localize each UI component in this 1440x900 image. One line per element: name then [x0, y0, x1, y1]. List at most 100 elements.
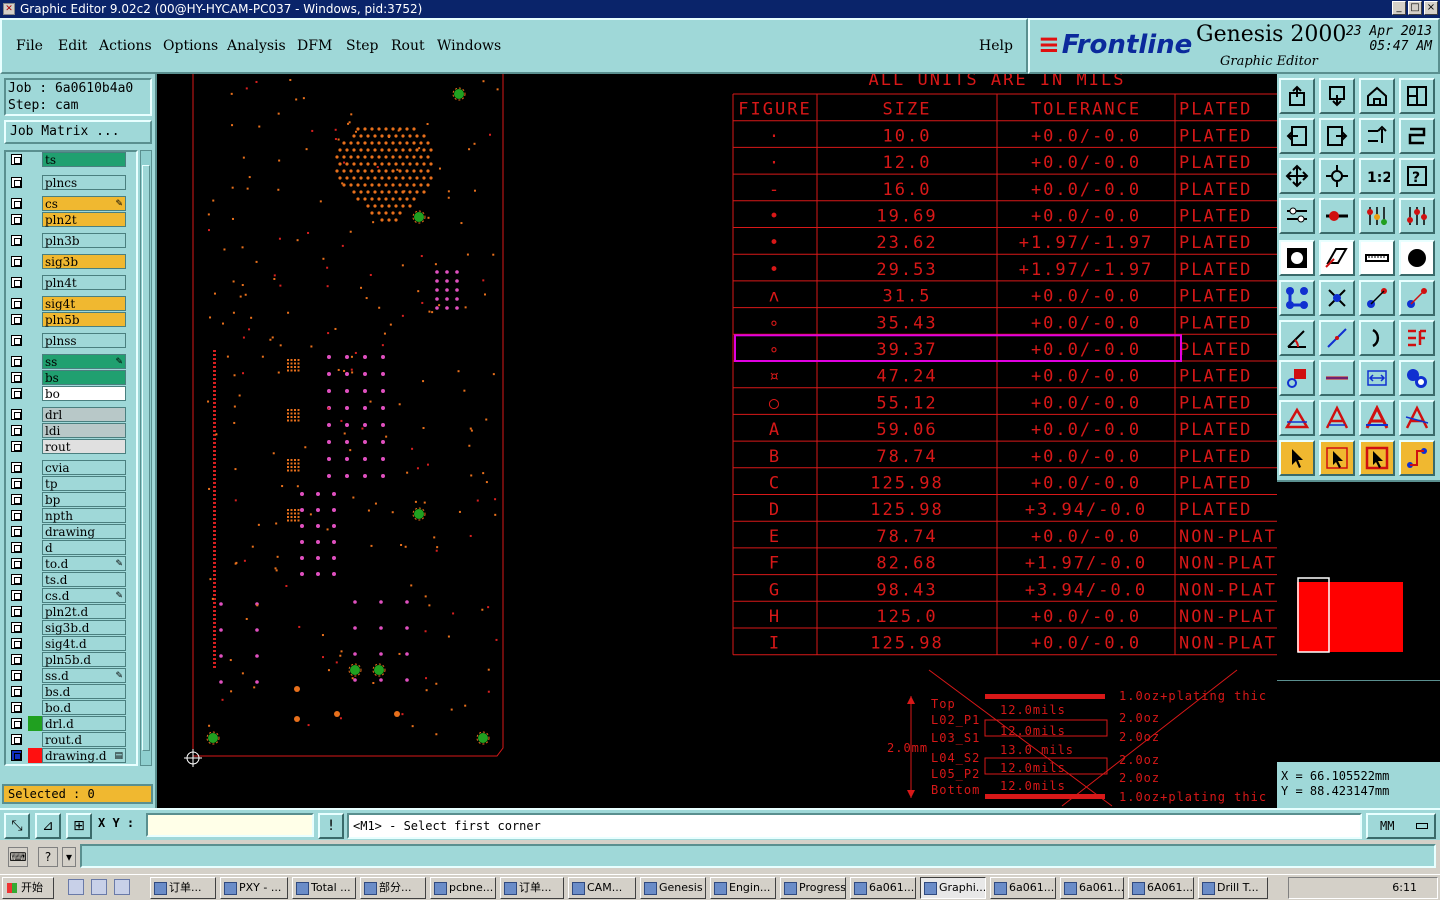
layer-name[interactable]: pln2t — [42, 212, 126, 227]
ruler-tool-button[interactable] — [1359, 240, 1395, 276]
layer-down-tool-button[interactable] — [1319, 78, 1355, 114]
quicklaunch-icon[interactable] — [68, 879, 84, 895]
triangle-tool-button[interactable] — [1279, 400, 1315, 436]
layer-name[interactable]: pln3b — [42, 233, 126, 248]
layer-row-rout.d[interactable]: rout.d — [8, 732, 128, 747]
layer-row-sig3b[interactable]: sig3b — [8, 254, 128, 269]
layer-row-pln2t.d[interactable]: pln2t.d — [8, 604, 128, 619]
layer-checkbox[interactable] — [11, 388, 22, 399]
layer-row-sig4t[interactable]: sig4t — [8, 296, 128, 311]
scale-1-2-tool-button[interactable]: 1:2 — [1359, 158, 1395, 194]
layer-checkbox[interactable] — [11, 670, 22, 681]
taskbar-button[interactable]: PXY - ... — [220, 877, 288, 899]
pointer-box-tool-button[interactable] — [1319, 440, 1355, 476]
layer-name[interactable]: bs.d — [42, 684, 126, 699]
layer-name[interactable]: rout — [42, 439, 126, 454]
layer-checkbox[interactable] — [11, 718, 22, 729]
letter-a-cross-tool-button[interactable] — [1399, 400, 1435, 436]
layer-name[interactable]: pln4t — [42, 275, 126, 290]
canvas-drawing[interactable]: ALL UNITS ARE IN MILS FIGURE SIZE TOLERANCE… — [157, 74, 1277, 808]
menu-file[interactable]: File — [16, 38, 43, 54]
layer-row-pln5b.d[interactable]: pln5b.d — [8, 652, 128, 667]
layer-name[interactable]: ts.d — [42, 572, 126, 587]
layer-name[interactable]: bo — [42, 386, 126, 401]
layer-checkbox[interactable] — [11, 462, 22, 473]
resize-tool-button[interactable] — [1359, 360, 1395, 396]
layer-checkbox[interactable] — [11, 256, 22, 267]
taskbar-button[interactable]: Graphi... — [920, 877, 986, 899]
layer-row-to.d[interactable]: to.d ✎ — [8, 556, 128, 571]
taskbar-button[interactable]: 订单... — [150, 877, 216, 899]
taskbar-button[interactable]: Genesis — [640, 877, 706, 899]
layer-name[interactable]: cvia — [42, 460, 126, 475]
layer-row-pln3b[interactable]: pln3b — [8, 233, 128, 248]
layer-name[interactable]: drawing.d ▤ — [42, 748, 126, 763]
taskbar-button[interactable]: Progress — [780, 877, 846, 899]
layer-checkbox[interactable] — [11, 622, 22, 633]
menu-rout[interactable]: Rout — [391, 38, 425, 54]
select-pad-tool-button[interactable] — [1279, 240, 1315, 276]
layer-name[interactable]: ldi — [42, 423, 126, 438]
job-matrix-button[interactable]: Job Matrix ... — [4, 120, 152, 144]
layer-checkbox[interactable] — [11, 154, 22, 165]
step-left-tool-button[interactable] — [1279, 118, 1315, 154]
layer-checkbox[interactable] — [11, 314, 22, 325]
angle-tool-button[interactable] — [1279, 320, 1315, 356]
layer-name[interactable]: sig3b — [42, 254, 126, 269]
start-button[interactable]: 开始 — [2, 877, 54, 899]
connect-tool-button[interactable] — [1279, 280, 1315, 316]
layer-checkbox[interactable] — [11, 372, 22, 383]
menu-edit[interactable]: Edit — [58, 38, 87, 54]
taskbar-button[interactable]: pcbne... — [430, 877, 496, 899]
help-icon[interactable]: ? — [38, 847, 58, 867]
layer-name[interactable]: bs — [42, 370, 126, 385]
layer-checkbox[interactable] — [11, 409, 22, 420]
quicklaunch-icon[interactable] — [91, 879, 107, 895]
layer-row-drl[interactable]: drl — [8, 407, 128, 422]
taskbar-button[interactable]: Total ... — [292, 877, 356, 899]
home-tool-button[interactable] — [1359, 78, 1395, 114]
taskbar-button[interactable]: 订单... — [500, 877, 564, 899]
layer-checkbox[interactable] — [11, 441, 22, 452]
layer-name[interactable]: plncs — [42, 175, 126, 190]
pointer-select-tool-button[interactable] — [1359, 440, 1395, 476]
probe-tool-button[interactable] — [1319, 198, 1355, 234]
taskbar-button[interactable]: 部分... — [360, 877, 426, 899]
layer-row-bp[interactable]: bp — [8, 492, 128, 507]
layer-row-drawing[interactable]: drawing — [8, 524, 128, 539]
layer-checkbox[interactable] — [11, 277, 22, 288]
keyboard-icon[interactable]: ⌨ — [8, 847, 28, 867]
layer-row-sig3b.d[interactable]: sig3b.d — [8, 620, 128, 635]
layer-name[interactable]: drl.d — [42, 716, 126, 731]
add-node-tool-button[interactable] — [1359, 280, 1395, 316]
query-tool-button[interactable]: ? — [1399, 158, 1435, 194]
layer-checkbox[interactable] — [11, 686, 22, 697]
route-tool-button[interactable] — [1399, 440, 1435, 476]
maximize-button[interactable]: □ — [1408, 1, 1422, 15]
pointer-tool-button[interactable] — [1279, 440, 1315, 476]
zoom-window-button[interactable]: ⤡ — [4, 813, 30, 839]
layer-row-bo[interactable]: bo — [8, 386, 128, 401]
rotate-tool-button[interactable] — [1399, 360, 1435, 396]
layer-row-ts[interactable]: ts — [8, 152, 128, 167]
swap-tool-button[interactable] — [1359, 118, 1395, 154]
menu-help[interactable]: Help — [979, 38, 1013, 54]
menu-dfm[interactable]: DFM — [297, 38, 332, 54]
layer-name[interactable]: pln2t.d — [42, 604, 126, 619]
layer-name[interactable]: tp — [42, 476, 126, 491]
minus-tool-button[interactable] — [1319, 360, 1355, 396]
taskbar-button[interactable]: 6a061... — [850, 877, 916, 899]
pan-tool-button[interactable] — [1319, 158, 1355, 194]
taskbar-button[interactable]: 6a061... — [990, 877, 1056, 899]
status-dropdown-icon[interactable]: ▾ — [62, 847, 76, 867]
move-node-tool-button[interactable] — [1399, 280, 1435, 316]
layer-name[interactable]: sig4t — [42, 296, 126, 311]
menu-actions[interactable]: Actions — [99, 38, 152, 54]
layer-row-bs.d[interactable]: bs.d — [8, 684, 128, 699]
layer-row-sig4t.d[interactable]: sig4t.d — [8, 636, 128, 651]
split-view-tool-button[interactable] — [1399, 78, 1435, 114]
layer-up-tool-button[interactable] — [1279, 78, 1315, 114]
layer-name[interactable]: pln5b — [42, 312, 126, 327]
layer-checkbox[interactable] — [11, 654, 22, 665]
layer-checkbox[interactable] — [11, 356, 22, 367]
